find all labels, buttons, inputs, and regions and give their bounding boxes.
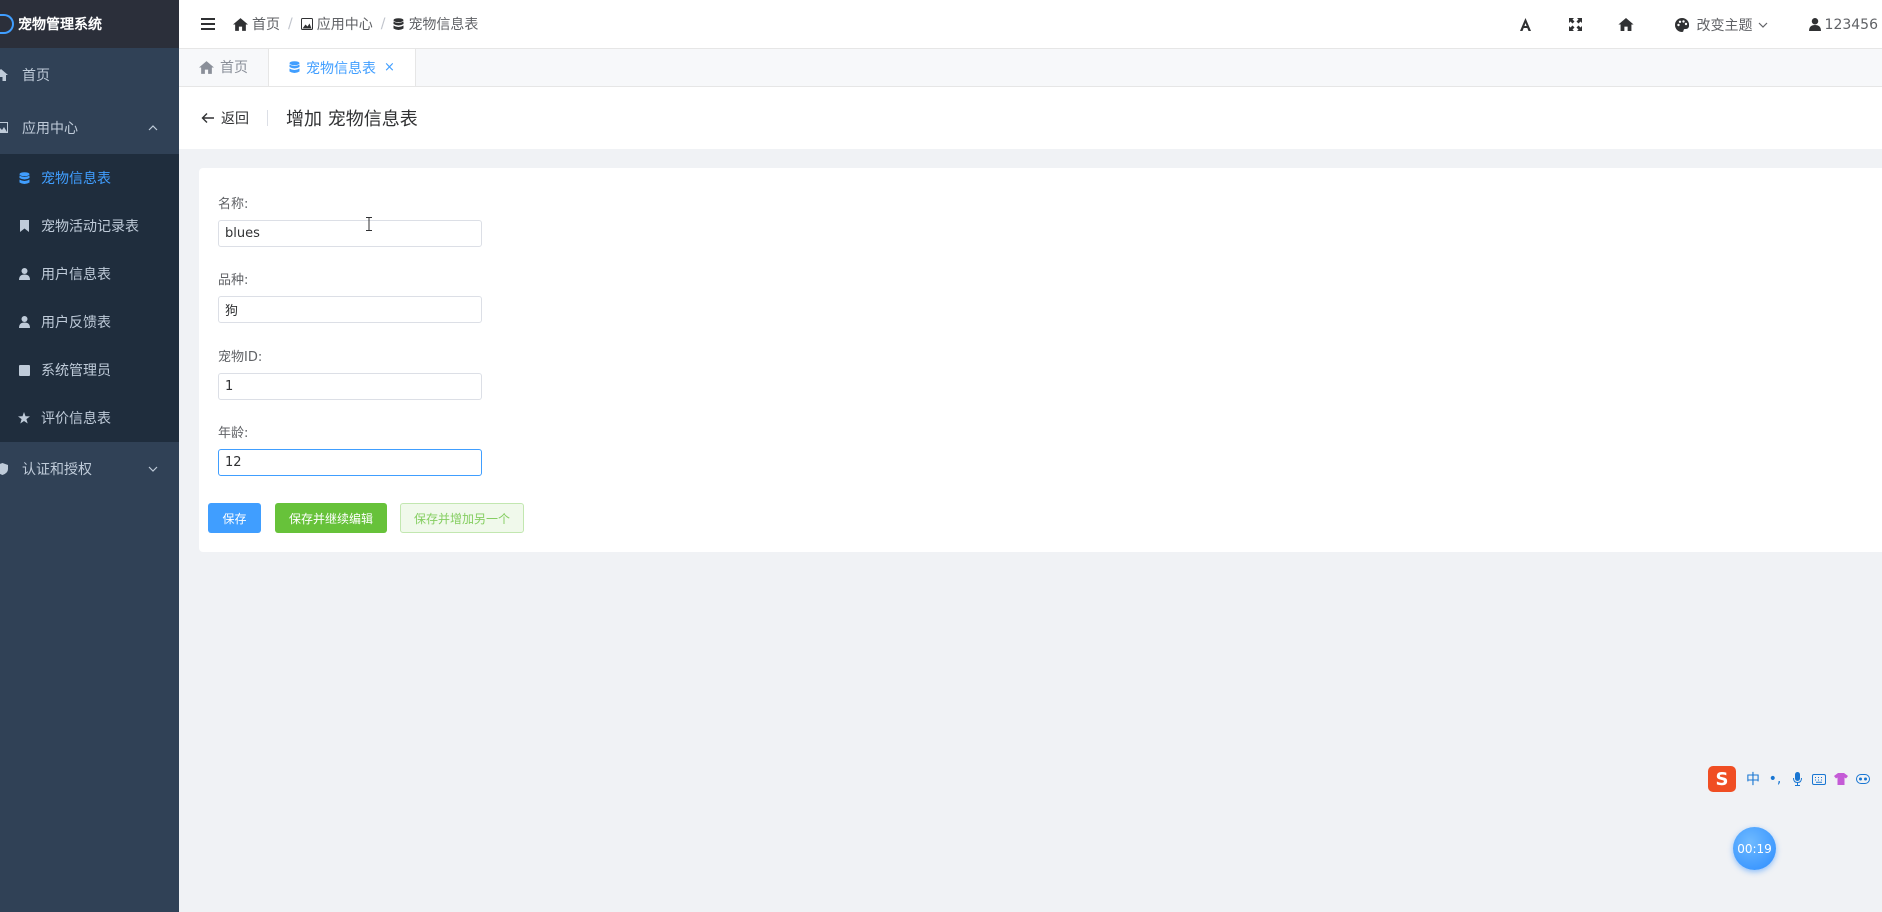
palette-icon <box>1674 17 1689 32</box>
sidebar-item-label: 用户信息表 <box>41 267 111 283</box>
home-icon <box>233 17 248 31</box>
bookmark-icon <box>17 219 31 233</box>
save-continue-button[interactable]: 保存并继续编辑 <box>275 503 387 533</box>
ime-logo-icon[interactable]: S <box>1708 766 1736 792</box>
font-size-icon[interactable] <box>1501 0 1551 49</box>
name-input[interactable] <box>218 220 482 247</box>
sidebar-item-pet-activity[interactable]: 宠物活动记录表 <box>0 202 179 250</box>
back-label: 返回 <box>221 111 249 127</box>
sidebar-item-sys-admin[interactable]: 系统管理员 <box>0 346 179 394</box>
tags-view: 首页 宠物信息表 × <box>179 48 1882 87</box>
sidebar-item-home[interactable]: 首页 <box>0 48 179 101</box>
ime-punctuation-toggle[interactable]: •, <box>1764 767 1786 791</box>
image-icon <box>300 18 313 30</box>
app-title: 宠物管理系统 <box>18 17 102 33</box>
database-icon <box>289 61 300 73</box>
submenu-app-center: 宠物信息表 宠物活动记录表 用户信息表 用户反馈表 系统管理员 评价信息表 <box>0 154 179 442</box>
chevron-down-icon <box>1758 22 1767 28</box>
sidebar-item-reviews[interactable]: 评价信息表 <box>0 394 179 442</box>
breadcrumb-pet-info: 宠物信息表 <box>393 14 478 34</box>
breadcrumb-separator: / <box>380 16 386 32</box>
more-tools-icon[interactable] <box>1852 767 1874 791</box>
sidebar-item-user-feedback[interactable]: 用户反馈表 <box>0 298 179 346</box>
field-label: 名称: <box>218 197 249 212</box>
user-menu[interactable]: 123456 <box>1808 16 1878 33</box>
square-icon <box>17 363 31 377</box>
home-icon <box>199 60 214 74</box>
field-age: 年龄: <box>218 422 482 476</box>
sidebar-item-app-center[interactable]: 应用中心 <box>0 101 179 154</box>
fullscreen-icon[interactable] <box>1551 0 1601 49</box>
sidebar-item-label: 宠物活动记录表 <box>41 219 139 235</box>
form-card: 名称: 品种: 宠物ID: 年龄: 保存 保存并继续编辑 保存并增加另一个 <box>199 168 1882 552</box>
tab-pet-info[interactable]: 宠物信息表 × <box>269 48 416 86</box>
microphone-icon[interactable] <box>1786 767 1808 791</box>
field-label: 年龄: <box>218 426 249 441</box>
breed-input[interactable] <box>218 296 482 323</box>
logo-icon <box>0 14 14 34</box>
username: 123456 <box>1824 16 1878 33</box>
header-divider <box>267 110 268 126</box>
breadcrumb-label: 宠物信息表 <box>408 17 479 33</box>
home-icon[interactable] <box>1601 0 1651 49</box>
field-name: 名称: <box>218 193 482 247</box>
pet-id-input[interactable] <box>218 373 482 400</box>
chevron-down-icon <box>148 466 158 472</box>
age-input[interactable] <box>218 449 482 476</box>
sidebar-item-label: 首页 <box>22 67 50 84</box>
tab-label: 首页 <box>220 60 248 76</box>
sidebar-item-label: 应用中心 <box>22 120 78 137</box>
skin-shirt-icon[interactable] <box>1830 767 1852 791</box>
keyboard-icon[interactable] <box>1808 767 1830 791</box>
home-icon <box>0 68 12 81</box>
sidebar-item-auth[interactable]: 认证和授权 <box>0 442 179 495</box>
navbar-right: 改变主题 123456 <box>1501 0 1882 49</box>
back-button[interactable]: 返回 <box>201 108 249 128</box>
top-navbar: 首页 / 应用中心 / 宠物信息表 改变主题 123456 <box>179 0 1882 49</box>
save-button[interactable]: 保存 <box>208 503 261 533</box>
page-header: 返回 增加 宠物信息表 <box>179 87 1882 149</box>
page-title: 增加 宠物信息表 <box>286 109 418 130</box>
ime-toolbar: S 中 •, <box>1708 765 1882 793</box>
user-icon <box>17 267 31 281</box>
recording-timer[interactable]: 00:19 <box>1733 827 1776 870</box>
sidebar-item-label: 用户反馈表 <box>41 315 111 331</box>
database-icon <box>393 17 404 30</box>
tab-label: 宠物信息表 <box>306 60 376 77</box>
arrow-left-icon <box>201 113 214 123</box>
hamburger-icon[interactable] <box>201 18 215 30</box>
user-icon <box>1808 18 1821 31</box>
sidebar-item-label: 宠物信息表 <box>41 171 111 187</box>
sidebar-item-label: 系统管理员 <box>41 363 111 379</box>
save-add-another-button[interactable]: 保存并增加另一个 <box>400 503 524 533</box>
sidebar-item-pet-info[interactable]: 宠物信息表 <box>0 154 179 202</box>
breadcrumb-label: 应用中心 <box>316 17 373 33</box>
breadcrumb-home[interactable]: 首页 <box>233 14 280 34</box>
sidebar-item-label: 评价信息表 <box>41 411 111 427</box>
tab-home[interactable]: 首页 <box>179 48 269 86</box>
ime-language-toggle[interactable]: 中 <box>1742 767 1764 791</box>
field-label: 宠物ID: <box>218 350 263 365</box>
breadcrumb-label: 首页 <box>252 17 280 33</box>
sidebar-item-user-info[interactable]: 用户信息表 <box>0 250 179 298</box>
breadcrumb-app-center[interactable]: 应用中心 <box>300 14 373 34</box>
sidebar: 宠物管理系统 首页 应用中心 宠物信息表 宠物活动记录表 用户信息表 用户反馈表… <box>0 0 179 912</box>
close-icon[interactable]: × <box>384 60 395 75</box>
field-label: 品种: <box>218 273 249 288</box>
user-icon <box>17 315 31 329</box>
theme-switch[interactable]: 改变主题 <box>1674 15 1769 35</box>
theme-label: 改变主题 <box>1696 17 1753 34</box>
chevron-up-icon <box>148 124 158 130</box>
database-icon <box>17 171 31 185</box>
text-cursor-icon <box>366 217 372 231</box>
breadcrumb: 首页 / 应用中心 / 宠物信息表 <box>233 14 478 34</box>
logo-bar: 宠物管理系统 <box>0 0 179 48</box>
field-pet-id: 宠物ID: <box>218 346 482 400</box>
image-icon <box>0 122 12 133</box>
breadcrumb-separator: / <box>288 16 293 32</box>
sidebar-item-label: 认证和授权 <box>22 461 92 478</box>
star-icon <box>17 411 31 425</box>
field-breed: 品种: <box>218 269 482 323</box>
shield-icon <box>0 462 12 475</box>
